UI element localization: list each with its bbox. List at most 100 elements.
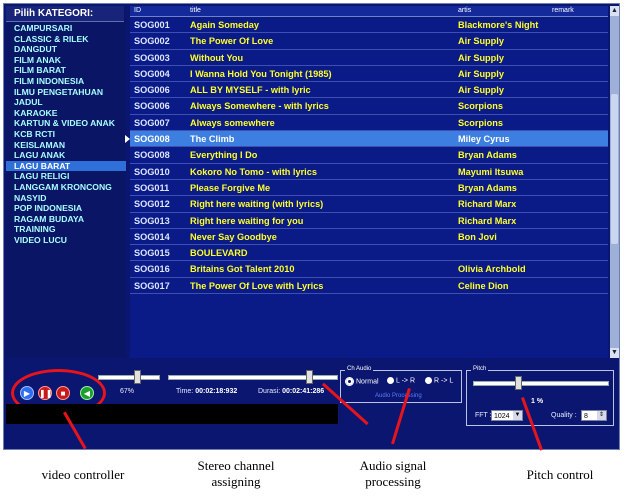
table-row[interactable]: SOG006 ALL BY MYSELF - with lyric Air Supp… xyxy=(130,82,608,99)
song-title: Never Say Goodbye xyxy=(190,231,277,242)
song-artist: Mayumi Itsuwa xyxy=(458,166,524,177)
category-item[interactable]: KARAOKE xyxy=(6,108,126,119)
category-panel: Pilih KATEGORI: CAMPURSARI CLASSIC & RILE… xyxy=(6,6,126,358)
song-id: SOG002 xyxy=(134,36,170,47)
category-item[interactable]: CAMPURSARI xyxy=(6,23,126,34)
table-row[interactable]: SOG016 Britains Got Talent 2010 Olivia Arc… xyxy=(130,261,608,278)
category-item[interactable]: TRAINING xyxy=(6,224,126,235)
song-id: SOG004 xyxy=(134,68,170,79)
category-item[interactable]: NASYID xyxy=(6,193,126,204)
table-scrollbar[interactable]: ▲ ▼ xyxy=(610,6,619,358)
song-title: Always somewhere xyxy=(190,117,275,128)
category-item[interactable]: KCB RCTI xyxy=(6,129,126,140)
fft-label: FFT : xyxy=(475,412,492,419)
volume-slider[interactable] xyxy=(98,375,160,380)
category-item[interactable]: RAGAM BUDAYA xyxy=(6,214,126,225)
radio-left-to-right[interactable]: L -> R xyxy=(387,377,415,384)
category-item[interactable]: FILM BARAT xyxy=(6,65,126,76)
column-header-id[interactable]: ID xyxy=(130,6,186,16)
category-item[interactable]: VIDEO LUCU xyxy=(6,235,126,246)
column-header-remark[interactable]: remark xyxy=(548,6,608,16)
song-id: SOG011 xyxy=(134,182,170,193)
song-id: SOG015 xyxy=(134,248,170,259)
song-title: Right here waiting (with lyrics) xyxy=(190,199,324,210)
song-artist: Richard Marx xyxy=(458,215,517,226)
scroll-down-icon[interactable]: ▼ xyxy=(610,348,619,358)
category-item[interactable]: DANGDUT xyxy=(6,44,126,55)
song-title: Britains Got Talent 2010 xyxy=(190,264,295,275)
pitch-slider[interactable] xyxy=(473,381,609,386)
song-title: The Climb xyxy=(190,134,235,145)
seek-knob[interactable] xyxy=(306,370,313,384)
song-artist: Richard Marx xyxy=(458,199,517,210)
song-id: SOG008 xyxy=(134,150,170,161)
table-row[interactable]: SOG007 Always somewhere Scorpions xyxy=(130,115,608,132)
table-row[interactable]: SOG014 Never Say Goodbye Bon Jovi xyxy=(130,229,608,246)
song-artist: Air Supply xyxy=(458,68,504,79)
radio-right-to-left[interactable]: R -> L xyxy=(425,377,453,384)
scroll-up-icon[interactable]: ▲ xyxy=(610,6,619,16)
audio-channel-title: Ch Audio xyxy=(345,366,374,372)
player-controls: ▶ ❚❚ ■ ◀ 67% Time: 00:02:18:932 Durasi: … xyxy=(4,358,619,430)
category-item[interactable]: POP INDONESIA xyxy=(6,203,126,214)
song-id: SOG006 xyxy=(134,85,170,96)
song-artist: Scorpions xyxy=(458,117,503,128)
category-list[interactable]: CAMPURSARI CLASSIC & RILEK DANGDUT FILM ANA… xyxy=(6,23,126,245)
category-item[interactable]: FILM INDONESIA xyxy=(6,76,126,87)
table-row[interactable]: SOG002 The Power Of Love Air Supply xyxy=(130,33,608,50)
song-artist: Bon Jovi xyxy=(458,231,497,242)
song-remark xyxy=(548,82,608,97)
category-item[interactable]: LANGGAM KRONCONG xyxy=(6,182,126,193)
column-header-artist[interactable]: artis xyxy=(454,6,548,16)
song-id: SOG013 xyxy=(134,215,170,226)
song-id: SOG008 xyxy=(134,134,170,145)
fft-select[interactable]: 1024 ▼ xyxy=(491,410,523,421)
table-row[interactable]: SOG003 Without You Air Supply xyxy=(130,50,608,66)
category-item[interactable]: ILMU PENGETAHUAN xyxy=(6,87,126,98)
song-title: ALL BY MYSELF - with lyric xyxy=(190,85,311,96)
table-row[interactable]: SOG008 Everything I Do Bryan Adams xyxy=(130,147,608,164)
table-row[interactable]: SOG012 Right here waiting (with lyrics) Ri… xyxy=(130,196,608,213)
column-header-title[interactable]: title xyxy=(186,6,454,16)
category-item[interactable]: LAGU ANAK xyxy=(6,150,126,161)
song-title: The Power Of Love with Lyrics xyxy=(190,280,324,291)
annotation-stereo: Stereo channel assigning xyxy=(197,458,275,489)
status-bar xyxy=(6,404,338,424)
volume-knob[interactable] xyxy=(134,370,141,384)
quality-stepper[interactable]: 8 ⇕ xyxy=(581,410,607,421)
table-row[interactable]: SOG017 The Power Of Love with Lyrics Celin… xyxy=(130,278,608,295)
song-remark xyxy=(548,131,608,146)
table-row[interactable]: SOG004 I Wanna Hold You Tonight (1985) Air… xyxy=(130,66,608,83)
song-title: Again Someday xyxy=(190,20,259,30)
table-row[interactable]: SOG015 BOULEVARD xyxy=(130,245,608,262)
category-item[interactable]: KEISLAMAN xyxy=(6,140,126,151)
pitch-knob[interactable] xyxy=(515,376,522,390)
radio-normal[interactable]: Normal xyxy=(345,377,379,386)
volume-value: 67% xyxy=(120,388,135,395)
category-item[interactable]: CLASSIC & RILEK xyxy=(6,34,126,45)
table-row[interactable]: SOG008 The Climb Miley Cyrus xyxy=(130,131,608,148)
table-row[interactable]: SOG001 Again Someday Blackmore's Night xyxy=(130,17,608,34)
category-item[interactable]: KARTUN & VIDEO ANAK xyxy=(6,118,126,129)
scroll-thumb[interactable] xyxy=(611,94,618,244)
song-remark xyxy=(548,245,608,260)
category-item[interactable]: FILM ANAK xyxy=(6,55,126,66)
table-body: SOG001 Again Someday Blackmore's Night SOG0… xyxy=(130,17,608,295)
table-row[interactable]: SOG010 Kokoro No Tomo - with lyrics Mayumi… xyxy=(130,164,608,180)
table-row[interactable]: SOG006 Always Somewhere - with lyrics Scor… xyxy=(130,98,608,115)
song-remark xyxy=(548,115,608,130)
annotation-pitch: Pitch control xyxy=(526,467,594,482)
song-remark xyxy=(548,164,608,179)
category-item[interactable]: JADUL xyxy=(6,97,126,108)
song-artist: Celine Dion xyxy=(458,280,509,291)
song-remark xyxy=(548,98,608,113)
table-row[interactable]: SOG011 Please Forgive Me Bryan Adams xyxy=(130,180,608,197)
song-title: Without You xyxy=(190,52,244,63)
category-item[interactable]: LAGU BARAT xyxy=(6,160,126,172)
song-artist: Bryan Adams xyxy=(458,182,517,193)
song-remark xyxy=(548,33,608,48)
song-artist: Blackmore's Night xyxy=(458,20,539,30)
table-row[interactable]: SOG013 Right here waiting for you Richard … xyxy=(130,213,608,229)
audio-processing-link[interactable]: Audio Processing xyxy=(375,393,422,399)
category-item[interactable]: LAGU RELIGI xyxy=(6,171,126,182)
